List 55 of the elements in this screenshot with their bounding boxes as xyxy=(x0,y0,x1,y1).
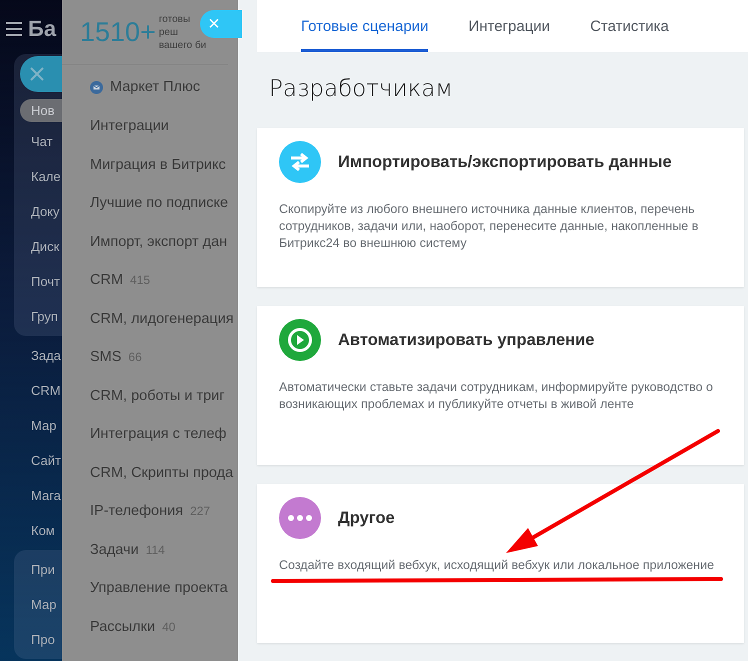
sidebar-item[interactable]: Зада xyxy=(14,338,62,373)
sidebar-item[interactable]: Чат xyxy=(14,124,62,159)
category-link[interactable]: Интеграция с телеф xyxy=(90,426,226,442)
menu-icon[interactable] xyxy=(6,22,22,36)
category-link[interactable]: Задачи xyxy=(90,542,139,558)
sidebar-item[interactable]: Сайт xyxy=(14,443,62,478)
category-link[interactable]: Рассылки xyxy=(90,618,156,635)
more-icon xyxy=(288,515,312,521)
swap-arrows-icon xyxy=(288,152,312,172)
tagline-text: готовы xyxy=(158,12,190,26)
scenario-card[interactable]: Импортировать/экспортировать данные Скопируйте из любого внешнего источника данные клиентов, перечень сотрудников, задачи или, наоборот, перенесите данные, накопленные в Битрикс24 во внешнюю систему xyxy=(257,128,744,287)
apps-count: 1510+ xyxy=(80,16,156,48)
category-link[interactable]: Маркет Плюс xyxy=(110,79,200,95)
category-link[interactable]: CRM, лидогенерация xyxy=(90,310,234,327)
sidebar-item[interactable]: Мага xyxy=(14,478,62,513)
category-link[interactable]: Интеграции xyxy=(90,118,169,134)
tab[interactable]: Статистика xyxy=(590,0,669,52)
sidebar-item[interactable]: Нов xyxy=(20,98,62,122)
category-link[interactable]: Лучшие по подписке xyxy=(90,195,228,212)
category-link[interactable]: CRM, роботы и триг xyxy=(90,388,225,404)
scenario-card[interactable]: Другое Создайте входящий вебхук, исходящий вебхук или локальное приложение xyxy=(257,484,744,643)
category-link[interactable]: SMS xyxy=(90,349,122,366)
sidebar-item[interactable]: Груп xyxy=(14,299,62,334)
category-link[interactable]: CRM, Скрипты прода xyxy=(90,464,234,481)
card-description: Скопируйте из любого внешнего источника данные клиентов, перечень сотрудников, задачи или, наоборот, перенесите данные, накопленные в Битрикс24 во внешнюю систему xyxy=(279,201,700,252)
sidebar-item[interactable]: Про xyxy=(14,622,62,657)
sidebar-item[interactable]: При xyxy=(14,552,62,587)
sidebar-item[interactable]: Ком xyxy=(14,513,62,548)
sidebar-item[interactable]: Мар xyxy=(14,587,62,622)
category-link[interactable]: Управление проекта xyxy=(90,580,228,596)
category-link[interactable]: Миграция в Битрикс xyxy=(90,156,226,173)
search-pill[interactable] xyxy=(20,56,62,92)
card-title: Другое xyxy=(338,508,395,528)
sidebar-item[interactable]: Кале xyxy=(14,159,62,194)
card-description: Автоматически ставьте задачи сотрудникам, информируйте руководство о возникающих проблемах и публикуйте отчеты в живой ленте xyxy=(279,379,714,413)
section-heading: Разработчикам xyxy=(269,76,454,102)
portal-title: Ба xyxy=(28,16,56,42)
sidebar-item[interactable]: Мар xyxy=(14,408,62,443)
sidebar-item[interactable]: Доку xyxy=(14,194,62,229)
tagline-text: реш xyxy=(158,26,178,38)
category-link[interactable]: Импорт, экспорт дан xyxy=(90,234,228,250)
card-title: Автоматизировать управление xyxy=(338,330,594,350)
envelope-icon xyxy=(90,80,103,94)
sidebar-item[interactable]: Почт xyxy=(14,264,62,299)
tab[interactable]: Готовые сценарии xyxy=(301,0,428,52)
sidebar-item[interactable]: Диск xyxy=(14,229,62,264)
sidebar-item[interactable]: CRM xyxy=(14,373,62,408)
category-link[interactable]: IP-телефония xyxy=(90,503,184,520)
tagline-text: вашего би xyxy=(158,38,206,52)
scenario-card[interactable]: Автоматизировать управление Автоматически ставьте задачи сотрудникам, информируйте руководство о возникающих проблемах и публикуйте отчеты в живой ленте xyxy=(257,306,744,465)
tab[interactable]: Интеграции xyxy=(468,0,550,52)
play-icon xyxy=(287,327,313,353)
category-link[interactable]: CRM xyxy=(90,272,124,288)
card-title: Импортировать/экспортировать данные xyxy=(338,152,672,172)
card-description: Создайте входящий вебхук, исходящий вебхук или локальное приложение xyxy=(279,557,716,574)
